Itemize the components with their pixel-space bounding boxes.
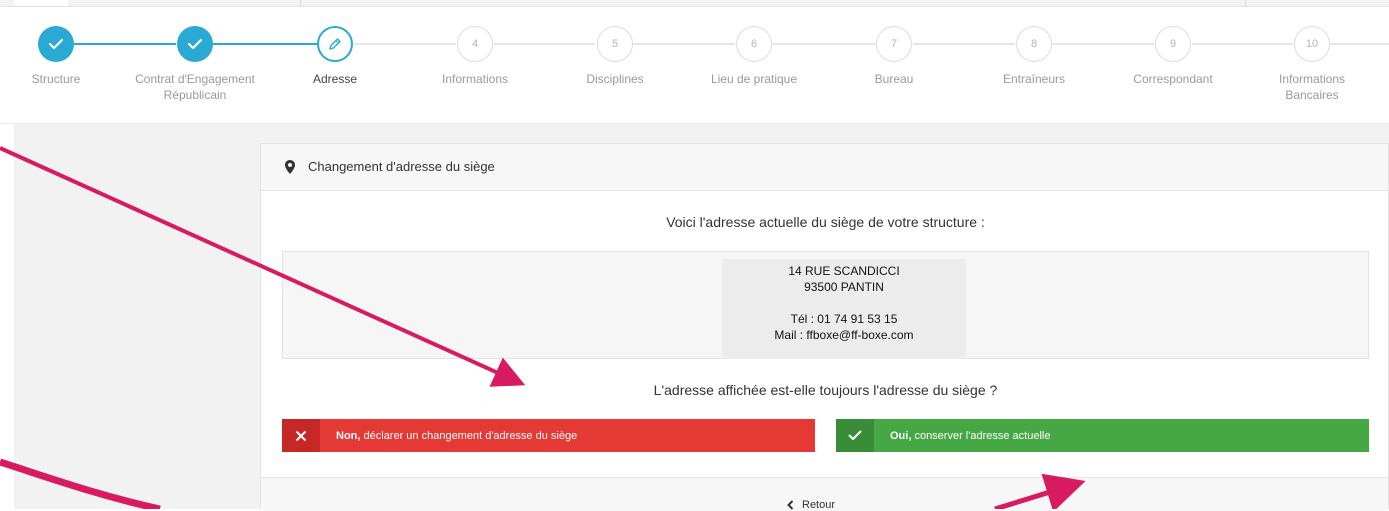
step-8-label: Entraîneurs (1002, 72, 1066, 86)
left-column (14, 124, 260, 509)
step-10-label-line1: Informations (1278, 72, 1346, 86)
address-change-card: Changement d'adresse du siège Voici l'ad… (260, 143, 1389, 511)
step-10-number: 10 (1305, 38, 1319, 50)
step-1-label: Structure (31, 72, 81, 86)
step-5-number: 5 (611, 38, 619, 50)
step-connector (354, 43, 456, 45)
step-4-number: 4 (471, 38, 479, 50)
active-tab[interactable] (14, 0, 68, 6)
yes-button-rest: conserver l'adresse actuelle (911, 429, 1051, 442)
step-1-check-icon[interactable] (38, 26, 74, 62)
back-link[interactable]: Retour (787, 499, 835, 511)
card-title: Changement d'adresse du siège (308, 159, 495, 174)
intro-text: Voici l'adresse actuelle du siège de vot… (666, 214, 985, 230)
step-connector (213, 43, 317, 45)
address-city: 93500 PANTIN (804, 280, 884, 294)
step-6-number: 6 (750, 38, 758, 50)
yes-button-bold: Oui, (890, 429, 912, 442)
no-button-bold: Non, (336, 429, 361, 442)
step-2-label-line2: Républicain (163, 88, 227, 102)
step-connector (633, 43, 735, 45)
card-header: Changement d'adresse du siège (261, 144, 1388, 191)
check-icon (836, 419, 874, 452)
step-8-circle[interactable]: 8 (1016, 26, 1052, 62)
step-2-check-icon[interactable] (177, 26, 213, 62)
step-4-label: Informations (441, 72, 509, 86)
yes-button-label: Oui, conserver l'adresse actuelle (874, 430, 1050, 442)
step-5-label: Disciplines (586, 72, 644, 86)
step-connector (1330, 43, 1389, 45)
declare-address-change-button[interactable]: Non, déclarer un changement d'adresse du… (282, 419, 815, 452)
step-6-circle[interactable]: 6 (736, 26, 772, 62)
step-connector (494, 43, 595, 45)
step-2-label-line1: Contrat d'Engagement (135, 72, 255, 86)
step-3-label: Adresse (312, 72, 358, 86)
keep-current-address-button[interactable]: Oui, conserver l'adresse actuelle (836, 419, 1369, 452)
step-6-label: Lieu de pratique (710, 72, 798, 86)
step-7-label: Bureau (874, 72, 914, 86)
address-mail: Mail : ffboxe@ff-boxe.com (774, 328, 914, 342)
step-4-circle[interactable]: 4 (457, 26, 493, 62)
top-tab-bar (0, 0, 1389, 7)
step-9-number: 9 (1169, 38, 1177, 50)
wizard-stepper: 4 5 6 7 8 9 10 Structure Contrat d'Engag… (0, 7, 1389, 124)
step-10-circle[interactable]: 10 (1294, 26, 1330, 62)
step-connector (74, 43, 176, 45)
address-street: 14 RUE SCANDICCI (788, 264, 900, 278)
no-button-rest: déclarer un changement d'adresse du sièg… (360, 429, 578, 442)
no-button-label: Non, déclarer un changement d'adresse du… (320, 430, 577, 442)
step-connector (913, 43, 1015, 45)
tab-separator (300, 0, 301, 6)
step-2-label: Contrat d'Engagement Républicain (120, 71, 270, 103)
step-3-edit-icon[interactable] (317, 26, 353, 62)
step-9-label: Correspondant (1133, 72, 1213, 86)
close-icon (282, 419, 320, 452)
step-10-label: Informations Bancaires (1237, 71, 1387, 103)
step-9-circle[interactable]: 9 (1155, 26, 1191, 62)
step-connector (773, 43, 875, 45)
tab-separator (1245, 0, 1246, 6)
step-8-number: 8 (1030, 38, 1038, 50)
step-10-label-line2: Bancaires (1285, 88, 1339, 102)
step-7-circle[interactable]: 7 (876, 26, 912, 62)
map-pin-icon (284, 159, 296, 180)
step-connector (1192, 43, 1293, 45)
step-5-circle[interactable]: 5 (597, 26, 633, 62)
address-phone: Tél : 01 74 91 53 15 (790, 312, 898, 326)
confirmation-question: L'adresse affichée est-elle toujours l'a… (653, 382, 998, 398)
step-7-number: 7 (890, 38, 898, 50)
address-block: 14 RUE SCANDICCI 93500 PANTIN Tél : 01 7… (722, 259, 966, 359)
back-link-label: Retour (802, 499, 836, 511)
address-box: 14 RUE SCANDICCI 93500 PANTIN Tél : 01 7… (282, 251, 1369, 359)
step-connector (1052, 43, 1154, 45)
